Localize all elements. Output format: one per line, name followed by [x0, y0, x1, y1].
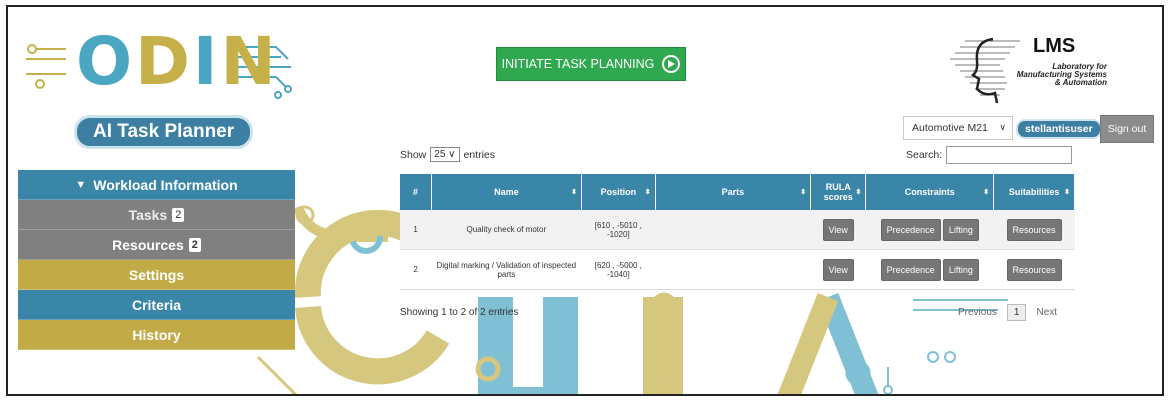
app-title: AI Task Planner: [74, 115, 254, 149]
col-header-rula[interactable]: RULA scores ⬍: [810, 174, 867, 210]
table-info: Showing 1 to 2 of 2 entries: [400, 307, 519, 318]
lifting-button[interactable]: Lifting: [942, 218, 979, 241]
col-header-parts[interactable]: Parts ⬍: [655, 174, 812, 210]
play-icon: [662, 55, 681, 73]
tasks-table: # Name ⬍ Position ⬍ Parts ⬍ RULA scores ⬍ Co…: [400, 174, 1075, 290]
sidebar-item-criteria[interactable]: Criteria: [18, 290, 295, 320]
precedence-button[interactable]: Precedence: [880, 258, 941, 281]
pagination-page[interactable]: 1: [1006, 304, 1027, 321]
resources-count-badge: 2: [188, 237, 201, 252]
view-rula-button[interactable]: View: [822, 258, 854, 281]
odin-logo: ODIN: [26, 23, 296, 114]
app-window: ODIN AI Task Planner INITIATE TASK PLANN…: [6, 5, 1164, 396]
resources-button[interactable]: Resources: [1006, 218, 1062, 241]
initiate-task-planning-button[interactable]: INITIATE TASK PLANNING: [496, 47, 686, 81]
lms-title: LMS: [1033, 35, 1076, 57]
table-row: 2 Digital marking / Validation of inspec…: [400, 249, 1075, 290]
show-entries-control: Show 25 ∨ entries: [400, 147, 496, 162]
user-badge: stellantisuser: [1016, 119, 1102, 139]
table-search: Search:: [906, 146, 1073, 164]
col-header-num[interactable]: #: [400, 174, 432, 210]
sort-icon: ⬍: [644, 189, 651, 196]
pagination-previous[interactable]: Previous: [958, 307, 997, 318]
initiate-label: INITIATE TASK PLANNING: [501, 57, 655, 71]
col-header-position[interactable]: Position ⬍: [581, 174, 656, 210]
pagination-next[interactable]: Next: [1036, 307, 1057, 318]
precedence-button[interactable]: Precedence: [880, 218, 941, 241]
search-input[interactable]: [946, 146, 1073, 164]
sort-icon: ⬍: [983, 189, 990, 196]
sign-out-button[interactable]: Sign out: [1100, 115, 1154, 143]
tasks-count-badge: 2: [172, 207, 185, 222]
chevron-down-icon: ∨: [999, 122, 1006, 132]
pagination: Previous 1 Next: [958, 304, 1057, 321]
entries-length-select[interactable]: 25 ∨: [430, 147, 460, 162]
lifting-button[interactable]: Lifting: [942, 258, 979, 281]
sort-icon: ⬍: [1064, 189, 1070, 196]
lms-logo: LMS Laboratory for Manufacturing Systems…: [945, 31, 1113, 105]
col-header-constraints[interactable]: Constraints ⬍: [865, 174, 995, 210]
sidebar-item-history[interactable]: History: [18, 320, 295, 350]
lms-subtitle: Laboratory for Manufacturing Systems & A…: [1016, 62, 1107, 87]
sidebar: ▼ Workload Information Tasks 2 Resources…: [18, 170, 295, 350]
sort-icon: ⬍: [855, 189, 862, 196]
sort-icon: ⬍: [800, 189, 807, 196]
sidebar-item-tasks[interactable]: Tasks 2: [18, 200, 295, 230]
resources-button[interactable]: Resources: [1006, 258, 1062, 281]
sidebar-item-settings[interactable]: Settings: [18, 260, 295, 290]
project-select[interactable]: Automotive M21 ∨: [903, 116, 1013, 140]
sidebar-item-resources[interactable]: Resources 2: [18, 230, 295, 260]
sidebar-header-workload[interactable]: ▼ Workload Information: [18, 170, 295, 200]
table-row: 1 Quality check of motor [610 , -5010 , …: [400, 210, 1075, 250]
col-header-name[interactable]: Name ⬍: [431, 174, 583, 210]
logo-wordmark: ODIN: [76, 23, 279, 100]
sort-icon: ⬍: [571, 189, 578, 196]
view-rula-button[interactable]: View: [822, 218, 854, 241]
col-header-suitabilities[interactable]: Suitabilities ⬍: [993, 174, 1075, 210]
triangle-down-icon: ▼: [75, 178, 87, 191]
